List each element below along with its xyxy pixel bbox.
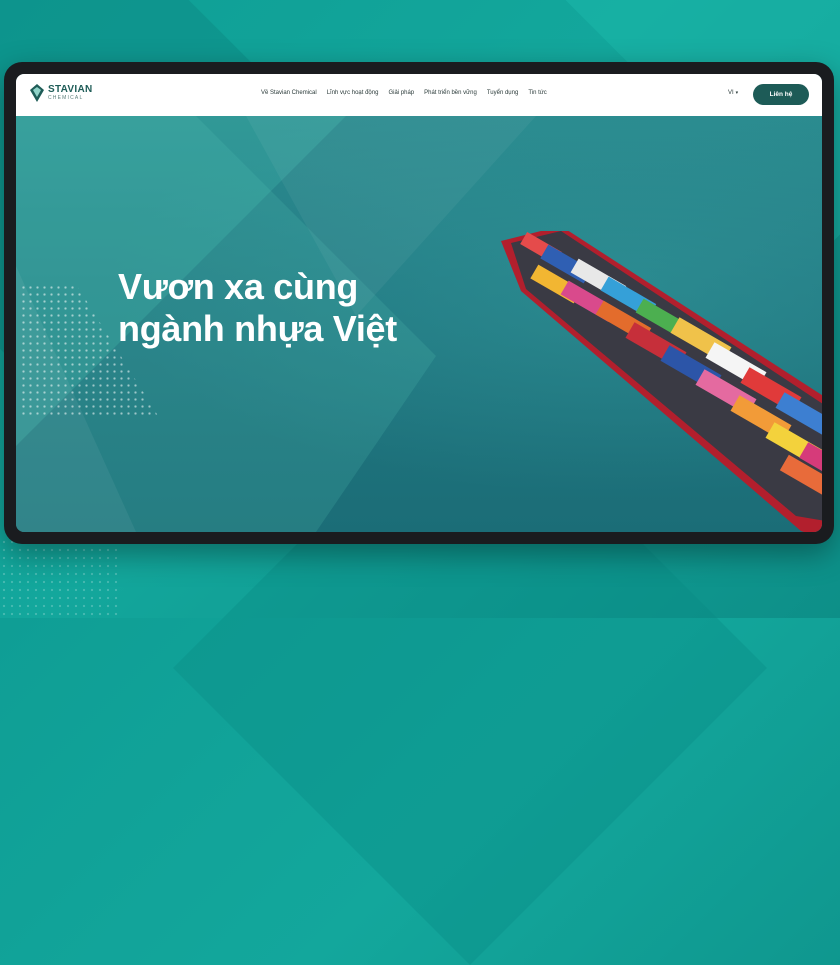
language-current: VI	[728, 90, 734, 96]
nav-item-careers[interactable]: Tuyển dụng	[487, 90, 518, 96]
brand-subtitle: CHEMICAL	[48, 95, 84, 101]
nav-item-about[interactable]: Về Stavian Chemical	[261, 90, 317, 96]
nav-item-fields[interactable]: Lĩnh vực hoạt động	[327, 90, 379, 96]
container-ship-image	[501, 231, 822, 532]
nav-item-news[interactable]: Tin tức	[528, 90, 546, 96]
chevron-down-icon: ▾	[735, 90, 739, 96]
hero-heading-line-1: Vươn xa cùng	[118, 266, 359, 307]
background-dot-pattern	[0, 538, 120, 618]
website-screen: STAVIAN CHEMICAL Về Stavian Chemical Lĩn…	[16, 74, 822, 532]
hero-heading-line-2: ngành nhựa Việt	[118, 308, 397, 349]
tablet-frame: STAVIAN CHEMICAL Về Stavian Chemical Lĩn…	[4, 62, 834, 544]
main-navigation: Về Stavian Chemical Lĩnh vực hoạt động G…	[261, 90, 547, 96]
nav-item-solutions[interactable]: Giải pháp	[388, 90, 414, 96]
language-selector[interactable]: VI ▾	[728, 90, 738, 96]
hero-heading: Vươn xa cùng ngành nhựa Việt	[118, 266, 397, 350]
contact-button[interactable]: Liên hệ	[753, 84, 809, 105]
nav-item-sustainability[interactable]: Phát triển bền vững	[424, 90, 477, 96]
hero-banner: Vươn xa cùng ngành nhựa Việt	[16, 116, 822, 532]
site-header: STAVIAN CHEMICAL Về Stavian Chemical Lĩn…	[16, 74, 822, 116]
logo-mark-icon	[30, 84, 44, 102]
brand-logo[interactable]: STAVIAN CHEMICAL	[30, 84, 93, 102]
brand-name: STAVIAN	[48, 84, 93, 95]
